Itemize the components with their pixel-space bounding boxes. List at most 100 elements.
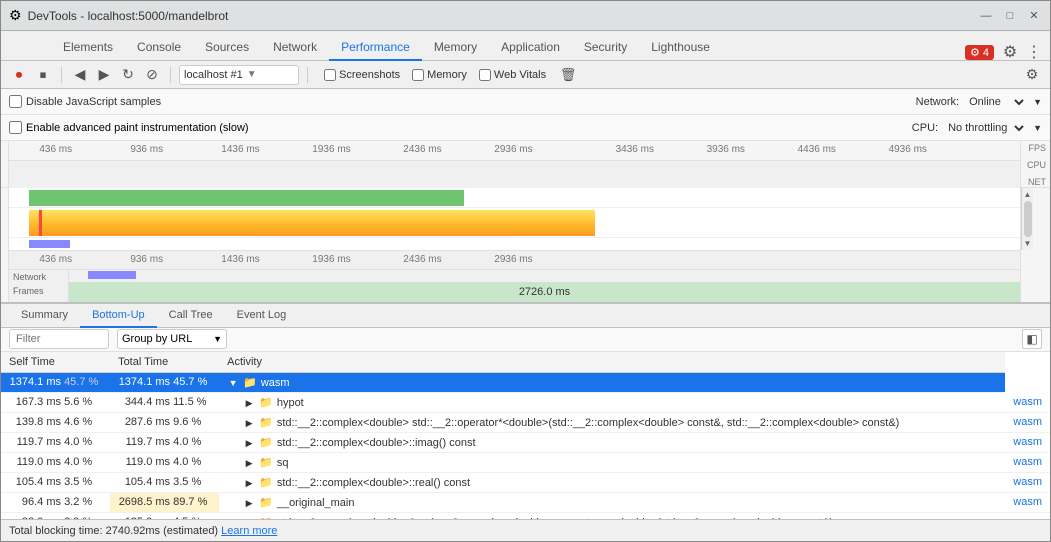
tab-sources[interactable]: Sources: [193, 35, 261, 61]
tick2-936: 936 ms: [130, 254, 163, 265]
tab-lighthouse[interactable]: Lighthouse: [639, 35, 722, 61]
table-row[interactable]: 88.0 ms 2.9 %135.9 ms 4.5 %▶📁std::__2::c…: [1, 512, 1050, 519]
clear-recordings-button[interactable]: 🗑: [558, 65, 578, 85]
cell-link[interactable]: wasm: [1005, 492, 1050, 512]
tree-arrow[interactable]: ▶: [243, 438, 255, 449]
forward-button[interactable]: ▶: [94, 65, 114, 85]
th-self-time[interactable]: Self Time: [1, 352, 110, 373]
tab-bottom-up[interactable]: Bottom-Up: [80, 304, 157, 328]
table-row[interactable]: 96.4 ms 3.2 %2698.5 ms 89.7 %▶📁__origina…: [1, 492, 1050, 512]
scroll-down-arrow[interactable]: ▼: [1024, 239, 1032, 250]
timeline-main-content[interactable]: [9, 188, 1020, 250]
disable-js-label[interactable]: Disable JavaScript samples: [9, 95, 161, 108]
table-row[interactable]: 1374.1 ms 45.7 %1374.1 ms 45.7 %▼📁wasm: [1, 372, 1050, 392]
cell-activity: ▶📁__original_main: [219, 492, 1005, 512]
table-row[interactable]: 105.4 ms 3.5 %105.4 ms 3.5 %▶📁std::__2::…: [1, 472, 1050, 492]
scroll-thumb[interactable]: [1024, 201, 1032, 237]
timeline-ruler-corner: [1, 141, 9, 188]
tab-performance[interactable]: Performance: [329, 35, 422, 61]
web-vitals-checkbox-label[interactable]: Web Vitals: [479, 69, 546, 81]
tab-security[interactable]: Security: [572, 35, 639, 61]
th-total-time[interactable]: Total Time: [110, 352, 219, 373]
scroll-up-arrow[interactable]: ▲: [1024, 188, 1032, 199]
screenshots-checkbox[interactable]: [324, 69, 336, 81]
tree-arrow[interactable]: ▶: [243, 498, 255, 509]
tick-436: 436 ms: [39, 144, 72, 155]
cell-activity: ▶📁sq: [219, 452, 1005, 472]
record-button[interactable]: ⏺: [9, 65, 29, 85]
tick2-2936: 2936 ms: [494, 254, 532, 265]
memory-checkbox[interactable]: [412, 69, 424, 81]
error-badge[interactable]: ⚙ 4: [965, 45, 994, 60]
learn-more-link[interactable]: Learn more: [221, 525, 277, 537]
url-dropdown-icon[interactable]: ▼: [247, 69, 257, 80]
screenshots-checkbox-label[interactable]: Screenshots: [324, 69, 400, 81]
tab-application[interactable]: Application: [489, 35, 572, 61]
clear-button[interactable]: ⏹: [33, 65, 53, 85]
timeline-section: 436 ms 936 ms 1436 ms 1936 ms 2436 ms 29…: [1, 141, 1050, 304]
tree-arrow[interactable]: ▶: [243, 418, 255, 429]
bottom-section: Summary Bottom-Up Call Tree Event Log Gr…: [1, 304, 1050, 519]
folder-icon: 📁: [259, 477, 273, 489]
window-controls: — □ ✕: [978, 8, 1042, 24]
close-button[interactable]: ✕: [1026, 8, 1042, 24]
reload-button[interactable]: ↻: [118, 65, 138, 85]
cell-activity: ▶📁std::__2::complex<double> std::__2::op…: [219, 412, 1005, 432]
table-row[interactable]: 139.8 ms 4.6 %287.6 ms 9.6 %▶📁std::__2::…: [1, 412, 1050, 432]
cell-link[interactable]: wasm: [1005, 512, 1050, 519]
tab-summary[interactable]: Summary: [9, 304, 80, 328]
tree-arrow[interactable]: ▼: [227, 378, 239, 388]
tab-network[interactable]: Network: [261, 35, 329, 61]
tree-arrow[interactable]: ▶: [243, 478, 255, 489]
cpu-select[interactable]: No throttling 2x slowdown 4x slowdown 6x…: [944, 121, 1027, 135]
tab-call-tree[interactable]: Call Tree: [157, 304, 225, 328]
maximize-button[interactable]: □: [1002, 8, 1018, 24]
more-menu-button[interactable]: ⋮: [1026, 44, 1042, 60]
network-control: Network: Online Fast 3G Slow 3G Offline …: [916, 95, 1042, 109]
cell-self-time: 119.0 ms 4.0 %: [1, 452, 110, 472]
cpu-side-label: CPU: [1021, 153, 1050, 170]
minimize-button[interactable]: —: [978, 8, 994, 24]
network-frames-row: Network Frames 2726.0 ms: [1, 270, 1050, 303]
memory-label: Memory: [427, 69, 467, 81]
cell-link[interactable]: wasm: [1005, 432, 1050, 452]
table-row[interactable]: 119.7 ms 4.0 %119.7 ms 4.0 %▶📁std::__2::…: [1, 432, 1050, 452]
tab-elements[interactable]: Elements: [51, 35, 125, 61]
disable-js-checkbox[interactable]: [9, 95, 22, 108]
tree-arrow[interactable]: ▶: [243, 458, 255, 469]
stop-button[interactable]: ⊘: [142, 65, 162, 85]
performance-settings-button[interactable]: ⚙: [1022, 65, 1042, 85]
groupby-select[interactable]: Group by URL ▼: [117, 329, 227, 349]
collapse-button[interactable]: ◧: [1022, 329, 1042, 349]
cell-link[interactable]: wasm: [1005, 412, 1050, 432]
table-container[interactable]: Self Time Total Time Activity 1374.1 ms …: [1, 352, 1050, 520]
cell-link[interactable]: wasm: [1005, 452, 1050, 472]
cell-self-time: 167.3 ms 5.6 %: [1, 392, 110, 412]
memory-checkbox-label[interactable]: Memory: [412, 69, 467, 81]
cell-total-time: 344.4 ms 11.5 %: [110, 392, 219, 412]
cell-link[interactable]: wasm: [1005, 472, 1050, 492]
fps-bar: [29, 190, 464, 206]
timeline-tracks-row: ▲ ▼: [1, 188, 1050, 250]
app-icon: ⚙: [9, 7, 22, 24]
url-text: localhost #1: [184, 69, 243, 81]
cell-link[interactable]: wasm: [1005, 392, 1050, 412]
table-row[interactable]: 167.3 ms 5.6 %344.4 ms 11.5 %▶📁hypotwasm: [1, 392, 1050, 412]
tab-console[interactable]: Console: [125, 35, 193, 61]
back-button[interactable]: ◀: [70, 65, 90, 85]
filter-input[interactable]: [9, 329, 109, 349]
web-vitals-checkbox[interactable]: [479, 69, 491, 81]
tick2-1936: 1936 ms: [312, 254, 350, 265]
cell-self-time: 119.7 ms 4.0 %: [1, 432, 110, 452]
advanced-paint-label[interactable]: Enable advanced paint instrumentation (s…: [9, 121, 249, 134]
network-select[interactable]: Online Fast 3G Slow 3G Offline: [965, 95, 1027, 109]
window-title: DevTools - localhost:5000/mandelbrot: [28, 9, 978, 23]
tree-arrow[interactable]: ▶: [243, 398, 255, 409]
cell-total-time: 105.4 ms 3.5 %: [110, 472, 219, 492]
tab-memory[interactable]: Memory: [422, 35, 489, 61]
advanced-paint-checkbox[interactable]: [9, 121, 22, 134]
settings-button[interactable]: ⚙: [1002, 44, 1018, 60]
tab-event-log[interactable]: Event Log: [225, 304, 299, 328]
th-activity[interactable]: Activity: [219, 352, 1005, 373]
table-row[interactable]: 119.0 ms 4.0 %119.0 ms 4.0 %▶📁sqwasm: [1, 452, 1050, 472]
